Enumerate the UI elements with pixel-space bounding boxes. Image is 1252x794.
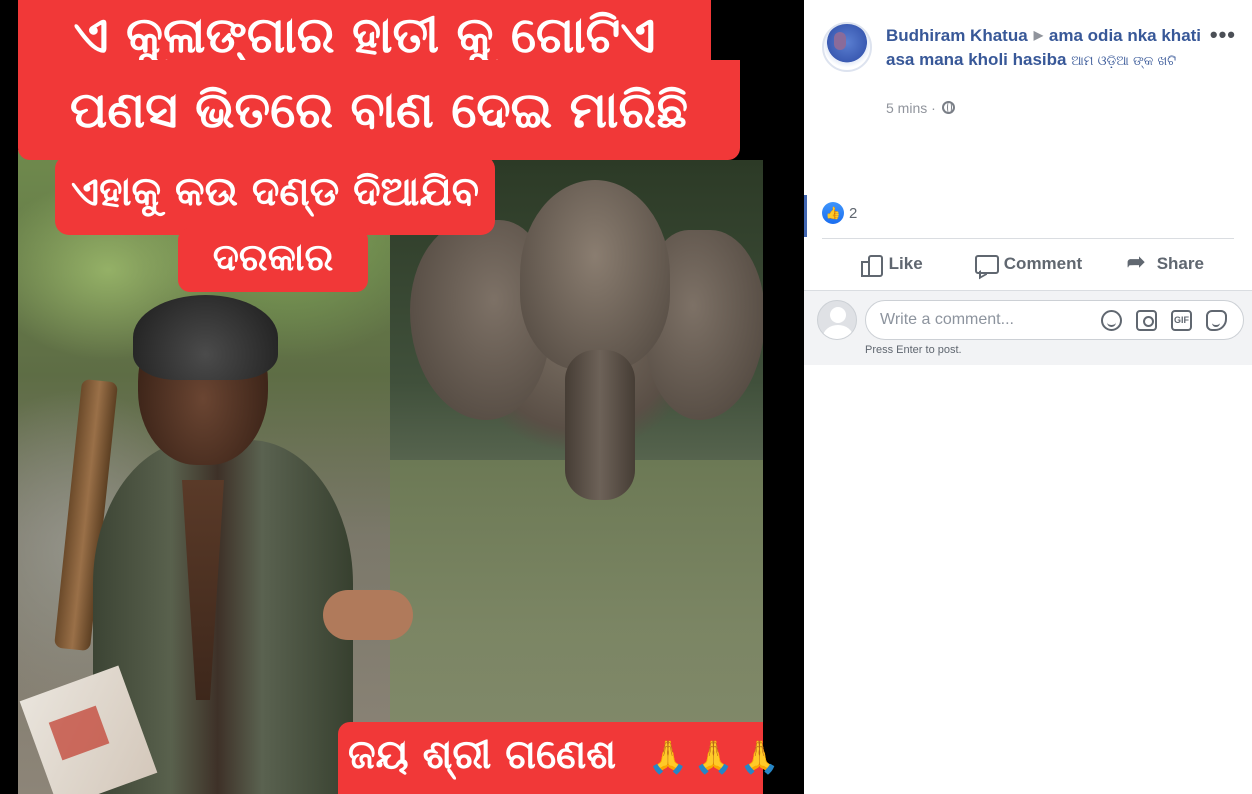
- emoji-icon[interactable]: [1101, 310, 1122, 331]
- hand: [323, 590, 413, 640]
- caption-band-5-text: ଜୟ ଶ୍ରୀ ଗଣେଶ: [348, 732, 617, 778]
- caption-band-2: ପଣସ ଭିତରେ ବାଣ ଦେଇ ମାରିଛି: [18, 60, 740, 160]
- thumbs-up-icon: [859, 253, 883, 277]
- author-name-link[interactable]: Budhiram Khatua: [886, 26, 1028, 45]
- sticker-icon[interactable]: [1206, 310, 1227, 331]
- man-hair: [133, 295, 278, 380]
- post-timestamp: 5 mins ·: [886, 100, 955, 116]
- accent-bar: [804, 195, 807, 237]
- elephant-trunk: [565, 350, 635, 500]
- caption-band-3: ଏହାକୁ କଉ ଦଣ୍ଡ ଦିଆଯିବ: [55, 155, 495, 235]
- caption-band-4: ଦରକାର: [178, 228, 368, 292]
- like-button[interactable]: Like: [822, 240, 959, 288]
- like-reaction-icon: 👍: [822, 202, 844, 224]
- post-photo[interactable]: ଏ କୁଳାଙ୍ଗାର ହାତୀ କୁ ଗୋଟିଏ ପଣସ ଭିତରେ ବାଣ …: [0, 0, 804, 794]
- post-actions: Like Comment Share: [822, 240, 1234, 288]
- author-avatar[interactable]: [822, 22, 872, 72]
- comment-hint: Press Enter to post.: [865, 344, 962, 356]
- share-button[interactable]: Share: [1097, 240, 1234, 288]
- share-label: Share: [1156, 254, 1204, 273]
- divider: [822, 238, 1234, 239]
- comment-composer: GIF Press Enter to post.: [804, 290, 1252, 365]
- timestamp-separator: ·: [931, 100, 936, 116]
- like-count[interactable]: 2: [849, 205, 857, 222]
- arrow-right-icon: ▶: [1033, 28, 1043, 42]
- comment-box[interactable]: GIF: [865, 300, 1244, 340]
- reaction-summary[interactable]: 👍 2: [822, 202, 857, 224]
- comment-button[interactable]: Comment: [959, 240, 1096, 288]
- gif-icon[interactable]: GIF: [1171, 310, 1192, 331]
- comment-input[interactable]: [880, 301, 1100, 339]
- more-options-icon[interactable]: •••: [1210, 22, 1236, 48]
- post-title-line: Budhiram Khatua ▶ ama odia nka khati asa m…: [886, 23, 1216, 74]
- globe-icon[interactable]: [941, 101, 955, 114]
- camera-icon[interactable]: [1136, 310, 1157, 331]
- caption-band-5: ଜୟ ଶ୍ରୀ ଗଣେଶ 🙏🙏🙏: [338, 722, 780, 794]
- comment-tools: GIF: [1101, 310, 1227, 331]
- photo-elephant-pane: [390, 160, 763, 794]
- praying-hands-icon: 🙏🙏🙏: [648, 738, 786, 776]
- comment-label: Comment: [1003, 254, 1083, 273]
- post-sidebar: Budhiram Khatua ▶ ama odia nka khati asa m…: [804, 0, 1252, 794]
- group-name-suffix[interactable]: ଆମ ଓଡ଼ିଆ ଙ୍କ ଖଟି: [1071, 54, 1176, 69]
- comment-bubble-icon: [974, 253, 999, 275]
- like-label: Like: [888, 254, 923, 273]
- share-arrow-icon: [1127, 249, 1149, 275]
- current-user-avatar: [817, 300, 857, 340]
- elephant-head: [520, 180, 670, 370]
- timestamp-text[interactable]: 5 mins: [886, 100, 927, 116]
